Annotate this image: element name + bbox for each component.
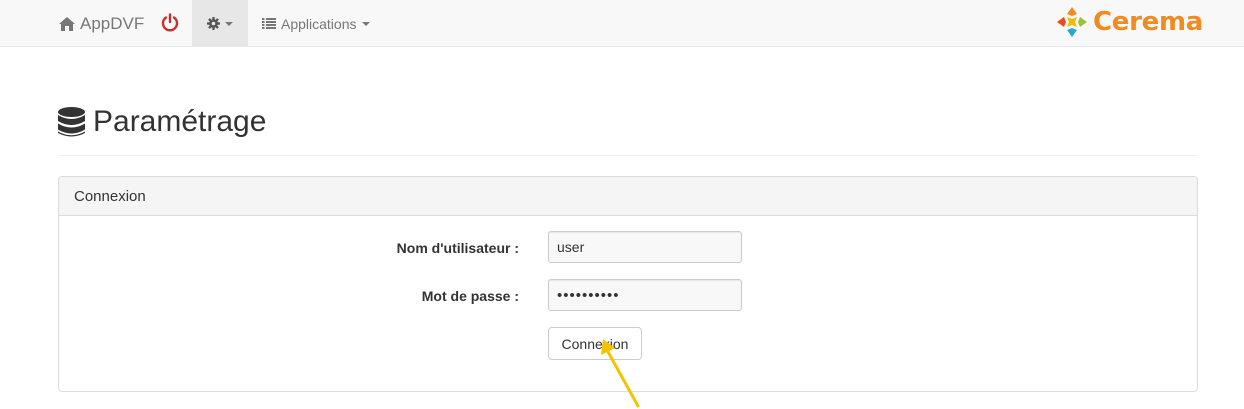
brand-link[interactable]: AppDVF [59,0,144,47]
applications-label: Applications [281,15,357,32]
chevron-down-icon [225,21,233,26]
cerema-logo: Cerema [1055,4,1203,40]
gear-icon [207,17,220,30]
pointer-arrow-icon [601,339,640,408]
logo-text: Cerema [1093,7,1204,37]
password-field[interactable] [548,279,742,311]
list-icon [262,18,276,29]
chevron-down-icon [361,21,370,26]
username-label: Nom d'utilisateur : [396,240,519,256]
password-label: Mot de passe : [421,288,519,304]
page-header: Paramétrage [58,100,1198,156]
panel-heading: Connexion [59,177,1197,216]
power-icon[interactable] [161,13,179,33]
cerema-logo-icon [1057,7,1087,37]
database-icon [58,107,85,137]
home-icon [59,16,75,31]
top-navbar: AppDVF Applications Cerema [0,0,1244,47]
applications-dropdown[interactable]: Applications [262,0,370,47]
settings-dropdown[interactable] [192,0,248,47]
page-title: Paramétrage [93,105,267,138]
brand-label: AppDVF [80,13,145,33]
username-field[interactable] [548,231,742,263]
